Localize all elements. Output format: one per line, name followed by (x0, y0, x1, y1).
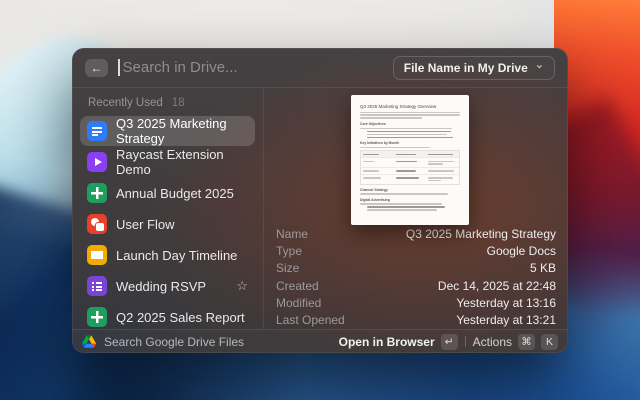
doc-heading: Key Initiatives by Month (360, 141, 460, 145)
results-list: Recently Used 18 Q3 2025 Marketing Strat… (72, 88, 264, 329)
google-forms-icon (87, 276, 107, 296)
meta-row-type: Type Google Docs (276, 242, 556, 259)
list-item-wedding-rsvp[interactable]: Wedding RSVP ☆ (80, 271, 255, 301)
search-scope-value: File Name in My Drive (404, 61, 528, 75)
star-icon: ☆ (236, 278, 248, 294)
return-key-icon: ↵ (441, 334, 458, 350)
action-bar: Search Google Drive Files Open in Browse… (72, 329, 568, 353)
doc-title: Q3 2025 Marketing Strategy Overview (360, 104, 460, 109)
k-key: K (541, 334, 558, 350)
meta-row-last-opened: Last Opened Yesterday at 13:21 (276, 311, 556, 328)
list-item-user-flow[interactable]: User Flow (80, 209, 255, 239)
list-section-header: Recently Used 18 (80, 93, 255, 116)
doc-heading: Channel Strategy (360, 188, 460, 192)
window-body: Recently Used 18 Q3 2025 Marketing Strat… (72, 88, 568, 329)
actions-button[interactable]: Actions ⌘ K (473, 334, 558, 350)
list-item-annual-budget[interactable]: Annual Budget 2025 (80, 178, 255, 208)
list-item-label: Raycast Extension Demo (116, 147, 248, 177)
meta-row-created: Created Dec 14, 2025 at 22:48 (276, 277, 556, 294)
command-key-icon: ⌘ (518, 334, 535, 350)
list-item-raycast-extension-demo[interactable]: Raycast Extension Demo (80, 147, 255, 177)
google-sheets-icon (87, 183, 107, 203)
list-item-label: Annual Budget 2025 (116, 186, 234, 201)
search-input[interactable] (123, 59, 383, 76)
section-title: Recently Used (88, 97, 163, 109)
open-in-browser-button[interactable]: Open in Browser ↵ (339, 334, 458, 350)
list-item-label: Launch Day Timeline (116, 248, 237, 263)
google-docs-icon (87, 121, 107, 141)
list-item-q3-marketing-strategy[interactable]: Q3 2025 Marketing Strategy (80, 116, 255, 146)
doc-table (360, 150, 460, 185)
footer-divider (465, 336, 466, 347)
meta-row-name: Name Q3 2025 Marketing Strategy (276, 225, 556, 242)
document-preview-area: Q3 2025 Marketing Strategy Overview Core… (264, 88, 568, 222)
chevron-down-icon: ⌄ (535, 63, 544, 69)
shapes-icon (87, 214, 107, 234)
list-item-label: Wedding RSVP (116, 279, 206, 294)
list-item-label: Q2 2025 Sales Report (116, 310, 245, 325)
list-item-q2-sales-report[interactable]: Q2 2025 Sales Report (80, 302, 255, 329)
doc-heading: Core Objectives (360, 122, 460, 126)
raycast-drive-search-window: ← File Name in My Drive ⌄ Recently Used … (72, 48, 568, 353)
text-cursor (118, 59, 120, 76)
list-item-launch-day-timeline[interactable]: Launch Day Timeline (80, 240, 255, 270)
back-arrow-icon: ← (91, 62, 103, 74)
search-bar: ← File Name in My Drive ⌄ (72, 48, 568, 88)
list-item-label: User Flow (116, 217, 175, 232)
doc-heading: Digital Advertising (360, 198, 460, 202)
back-button[interactable]: ← (85, 59, 108, 77)
metadata-panel: Name Q3 2025 Marketing Strategy Type Goo… (264, 222, 568, 329)
search-scope-dropdown[interactable]: File Name in My Drive ⌄ (393, 56, 555, 80)
google-slides-icon (87, 245, 107, 265)
google-sheets-icon (87, 307, 107, 327)
meta-row-size: Size 5 KB (276, 260, 556, 277)
detail-panel: Q3 2025 Marketing Strategy Overview Core… (264, 88, 568, 329)
document-thumbnail: Q3 2025 Marketing Strategy Overview Core… (351, 95, 469, 225)
section-count: 18 (172, 97, 185, 109)
list-item-label: Q3 2025 Marketing Strategy (116, 116, 248, 146)
extension-label: Search Google Drive Files (104, 335, 244, 349)
play-icon (87, 152, 107, 172)
google-drive-icon (82, 335, 96, 348)
meta-row-modified: Modified Yesterday at 13:16 (276, 294, 556, 311)
